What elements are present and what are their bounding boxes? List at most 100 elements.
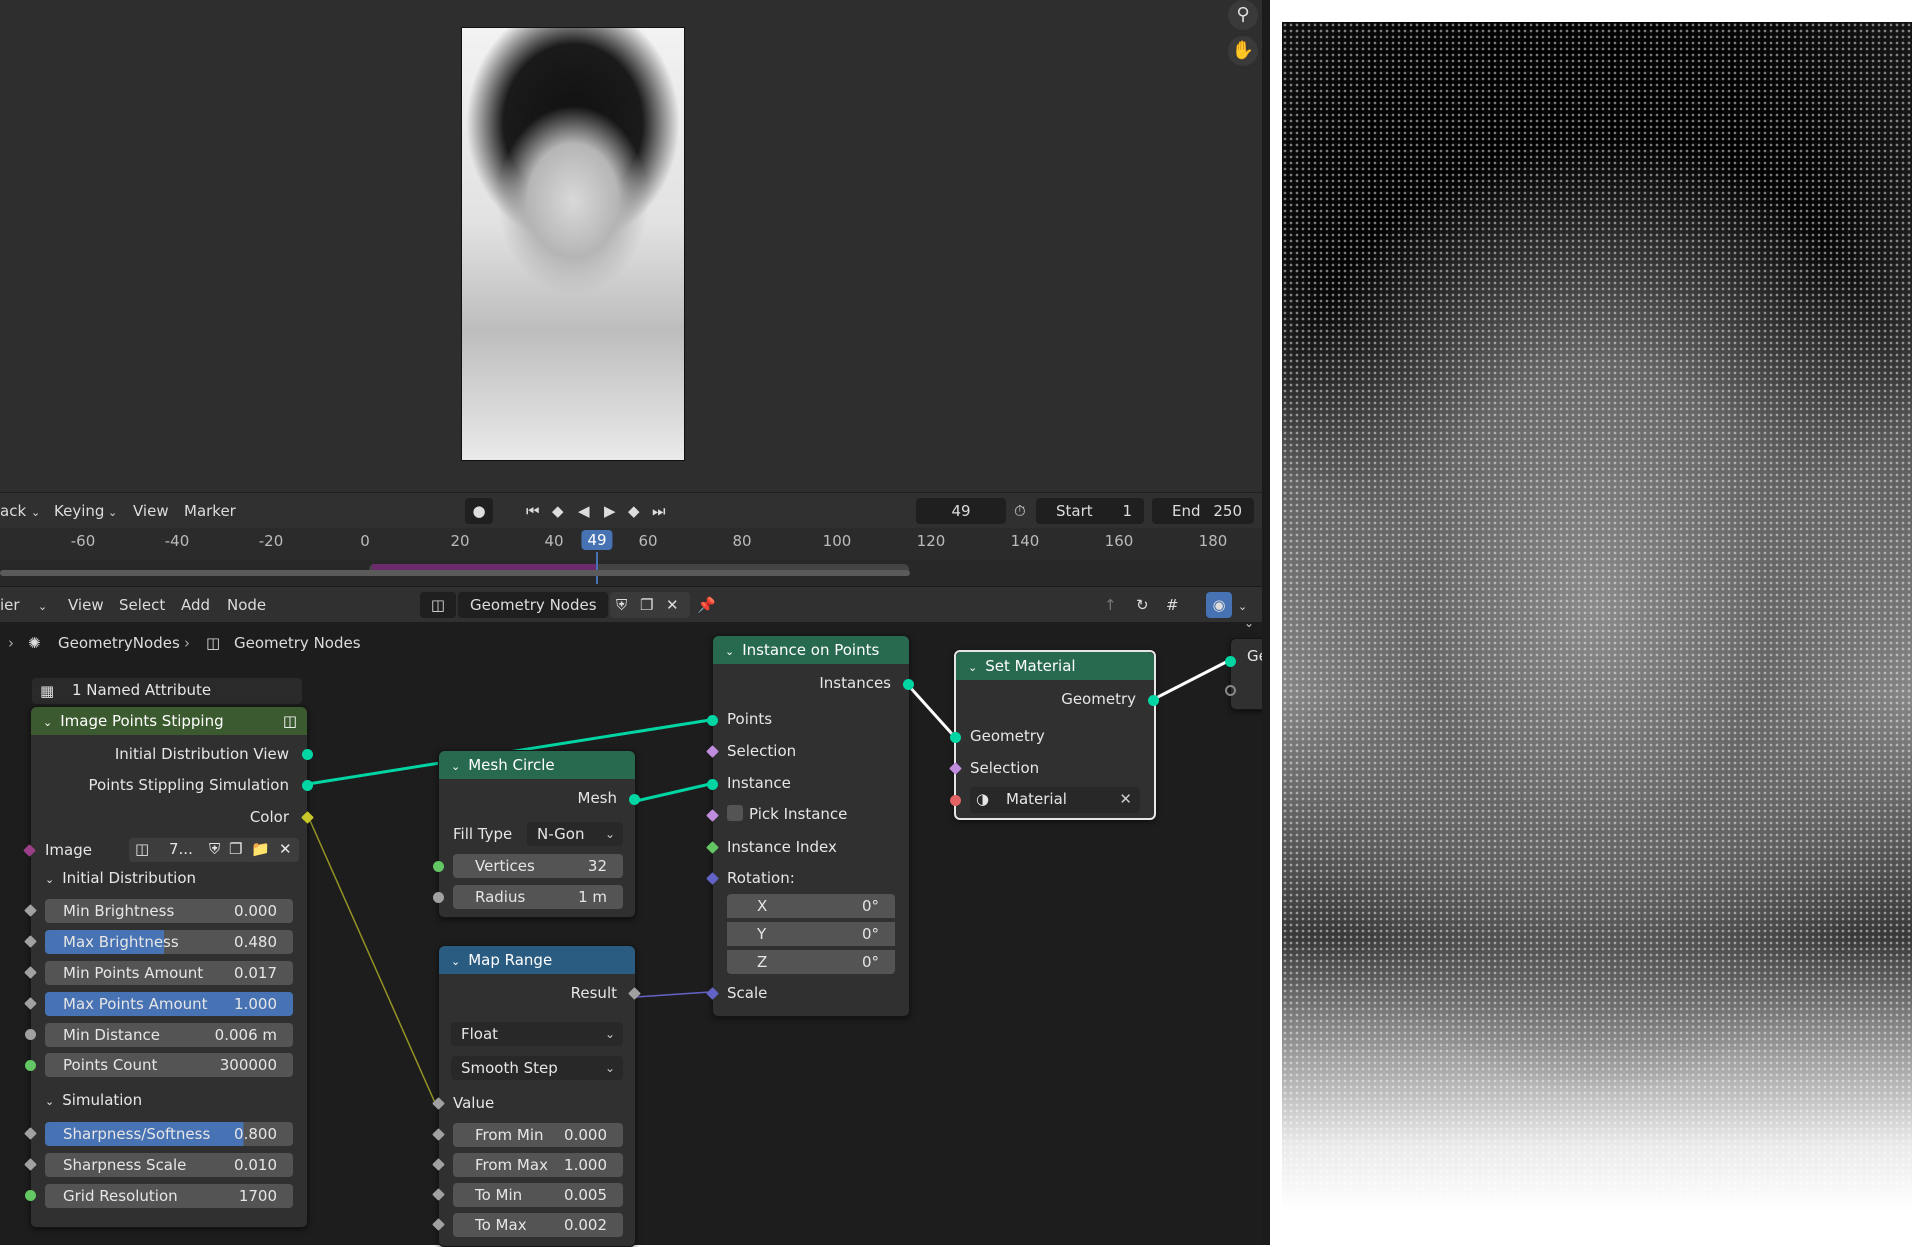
to-max-field[interactable]: To Max 0.002 xyxy=(453,1213,623,1237)
map-range-node[interactable]: ⌄ Map Range Result Float ⌄ Smooth Step ⌄ Va… xyxy=(432,945,641,1247)
interpolation-dropdown[interactable]: Smooth Step ⌄ xyxy=(451,1056,623,1080)
menu-marker[interactable]: Marker xyxy=(184,502,236,520)
menu-add[interactable]: Add xyxy=(181,596,210,614)
overlay-toggle-icon[interactable]: ◉ xyxy=(1206,592,1232,618)
breadcrumb-modifier[interactable]: GeometryNodes xyxy=(58,634,180,652)
material-selector[interactable]: ◑ Material ✕ xyxy=(970,787,1140,813)
node-header[interactable]: ⌄ Instance on Points xyxy=(713,636,909,664)
area-divider[interactable] xyxy=(1262,0,1270,1245)
hand-icon[interactable]: ✋ xyxy=(1228,36,1258,66)
zoom-in-icon[interactable]: ⚲ xyxy=(1228,0,1258,30)
duplicate-icon[interactable]: ❐ xyxy=(229,840,242,858)
socket-input[interactable] xyxy=(25,1060,36,1071)
node-tree-name-field[interactable]: Geometry Nodes xyxy=(458,592,608,618)
instance-on-points-node[interactable]: ⌄ Instance on Points Instances Points Sel… xyxy=(706,635,914,1017)
collapse-chevron-icon[interactable]: ⌄ xyxy=(725,645,734,658)
playhead-frame-badge[interactable]: 49 xyxy=(581,530,613,550)
collapse-chevron-icon[interactable]: ⌄ xyxy=(451,760,460,773)
menu-playback[interactable]: ack xyxy=(0,502,26,520)
from-min-field[interactable]: From Min 0.000 xyxy=(453,1123,623,1147)
collapse-chevron-icon[interactable]: ⌄ xyxy=(968,661,977,674)
rotation-z-field[interactable]: Z 0° xyxy=(727,950,895,974)
panel-simulation[interactable]: ⌄ Simulation xyxy=(31,1087,307,1113)
panel-initial-distribution[interactable]: ⌄ Initial Distribution xyxy=(31,865,307,891)
duplicate-icon[interactable]: ❐ xyxy=(640,592,653,618)
jump-end-icon[interactable]: ⏭ xyxy=(652,498,666,524)
socket-output[interactable] xyxy=(629,794,640,805)
socket-input[interactable] xyxy=(1225,656,1236,667)
editor-type-menu[interactable]: ier xyxy=(0,596,20,614)
end-frame-field[interactable]: End 250 xyxy=(1152,498,1254,524)
node-header[interactable]: ⌄ Mesh Circle xyxy=(439,751,635,779)
min-brightness-field[interactable]: Min Brightness 0.000 xyxy=(45,899,293,923)
menu-keying[interactable]: Keying xyxy=(54,502,104,520)
open-folder-icon[interactable]: 📁 xyxy=(251,840,270,858)
node-header[interactable]: ⌄ Image Points Stipping ◫ xyxy=(31,707,307,735)
pick-instance-checkbox[interactable] xyxy=(727,805,743,821)
timeline-scrollbar[interactable] xyxy=(0,570,910,576)
vertices-field[interactable]: Vertices 32 xyxy=(453,854,623,878)
sharpness-scale-field[interactable]: Sharpness Scale 0.010 xyxy=(45,1153,293,1177)
next-keyframe-icon[interactable]: ◆ xyxy=(628,498,640,524)
grid-resolution-field[interactable]: Grid Resolution 1700 xyxy=(45,1184,293,1208)
mesh-circle-node[interactable]: ⌄ Mesh Circle Mesh Fill Type N-Gon ⌄ Verti… xyxy=(433,750,640,918)
snap-grid-icon[interactable]: # xyxy=(1166,596,1179,614)
min-points-amount-field[interactable]: Min Points Amount 0.017 xyxy=(45,961,293,985)
timeline-body[interactable] xyxy=(0,552,1270,586)
socket-input-empty[interactable] xyxy=(1225,685,1236,696)
collapse-chevron-icon[interactable]: ⌄ xyxy=(451,955,460,968)
socket-input[interactable] xyxy=(433,892,444,903)
node-header[interactable]: ⌄ Set Material xyxy=(956,652,1154,680)
prev-keyframe-icon[interactable]: ◆ xyxy=(552,498,564,524)
parent-node-tree-icon[interactable]: ↑ xyxy=(1104,596,1117,614)
from-max-field[interactable]: From Max 1.000 xyxy=(453,1153,623,1177)
sharpness-softness-field[interactable]: Sharpness/Softness 0.800 xyxy=(45,1122,293,1146)
max-brightness-field[interactable]: Max Brightness 0.480 xyxy=(45,930,293,954)
node-header[interactable]: ⌄ Map Range xyxy=(439,946,635,974)
wire-icon[interactable]: ↻ xyxy=(1136,596,1149,614)
breadcrumb-node-tree[interactable]: Geometry Nodes xyxy=(234,634,361,652)
socket-output[interactable] xyxy=(302,749,313,760)
close-icon[interactable]: ✕ xyxy=(279,840,292,858)
start-frame-field[interactable]: Start 1 xyxy=(1036,498,1144,524)
max-points-amount-field[interactable]: Max Points Amount 1.000 xyxy=(45,992,293,1016)
points-count-field[interactable]: Points Count 300000 xyxy=(45,1053,293,1077)
fake-user-shield-icon[interactable]: ⛨ xyxy=(616,592,627,618)
rotation-y-field[interactable]: Y 0° xyxy=(727,922,895,946)
to-min-field[interactable]: To Min 0.005 xyxy=(453,1183,623,1207)
socket-input[interactable] xyxy=(433,861,444,872)
image-editor[interactable]: ⚲ ‹ ✋ xyxy=(0,0,1270,492)
set-material-node[interactable]: ⌄ Set Material Geometry Geometry Selectio… xyxy=(949,650,1159,820)
image-browse-icon[interactable]: ◫ xyxy=(135,840,149,858)
stopwatch-icon[interactable]: ⏱ xyxy=(1014,502,1026,520)
chevron-down-icon[interactable]: ⌄ xyxy=(1238,600,1247,613)
playhead-line[interactable] xyxy=(596,552,598,584)
timeline-ruler[interactable]: -60 -40 -20 0 20 40 49 60 80 100 120 140… xyxy=(0,528,1270,564)
data-type-dropdown[interactable]: Float ⌄ xyxy=(451,1022,623,1046)
radius-field[interactable]: Radius 1 m xyxy=(453,885,623,909)
record-button[interactable]: ● xyxy=(465,498,493,524)
menu-view[interactable]: View xyxy=(68,596,104,614)
menu-view[interactable]: View xyxy=(133,502,169,520)
pin-icon[interactable]: 📌 xyxy=(697,596,716,614)
close-icon[interactable]: ✕ xyxy=(1119,790,1132,808)
collapse-chevron-icon[interactable]: ⌄ xyxy=(43,716,52,729)
close-icon[interactable]: ✕ xyxy=(666,592,679,618)
fill-type-dropdown[interactable]: N-Gon ⌄ xyxy=(527,822,623,846)
play-reverse-icon[interactable]: ◀ xyxy=(578,498,590,524)
socket-input[interactable] xyxy=(950,795,961,806)
socket-input[interactable] xyxy=(25,1190,36,1201)
current-frame-field[interactable]: 49 xyxy=(916,498,1006,524)
node-group-icon[interactable]: ◫ xyxy=(283,707,297,735)
node-tree-browse-icon[interactable]: ◫ xyxy=(420,592,456,618)
image-points-stipping-node[interactable]: ⌄ Image Points Stipping ◫ Initial Distrib… xyxy=(23,706,314,1228)
jump-start-icon[interactable]: ⏮ xyxy=(526,498,540,524)
min-distance-field[interactable]: Min Distance 0.006 m xyxy=(45,1023,293,1047)
rotation-x-field[interactable]: X 0° xyxy=(727,894,895,918)
socket-input[interactable] xyxy=(25,1029,36,1040)
sidebar-toggle-chevron-icon[interactable]: ⌄ xyxy=(1244,616,1254,630)
socket-output[interactable] xyxy=(302,780,313,791)
socket-output[interactable] xyxy=(1148,695,1159,706)
play-icon[interactable]: ▶ xyxy=(604,498,616,524)
menu-select[interactable]: Select xyxy=(119,596,165,614)
